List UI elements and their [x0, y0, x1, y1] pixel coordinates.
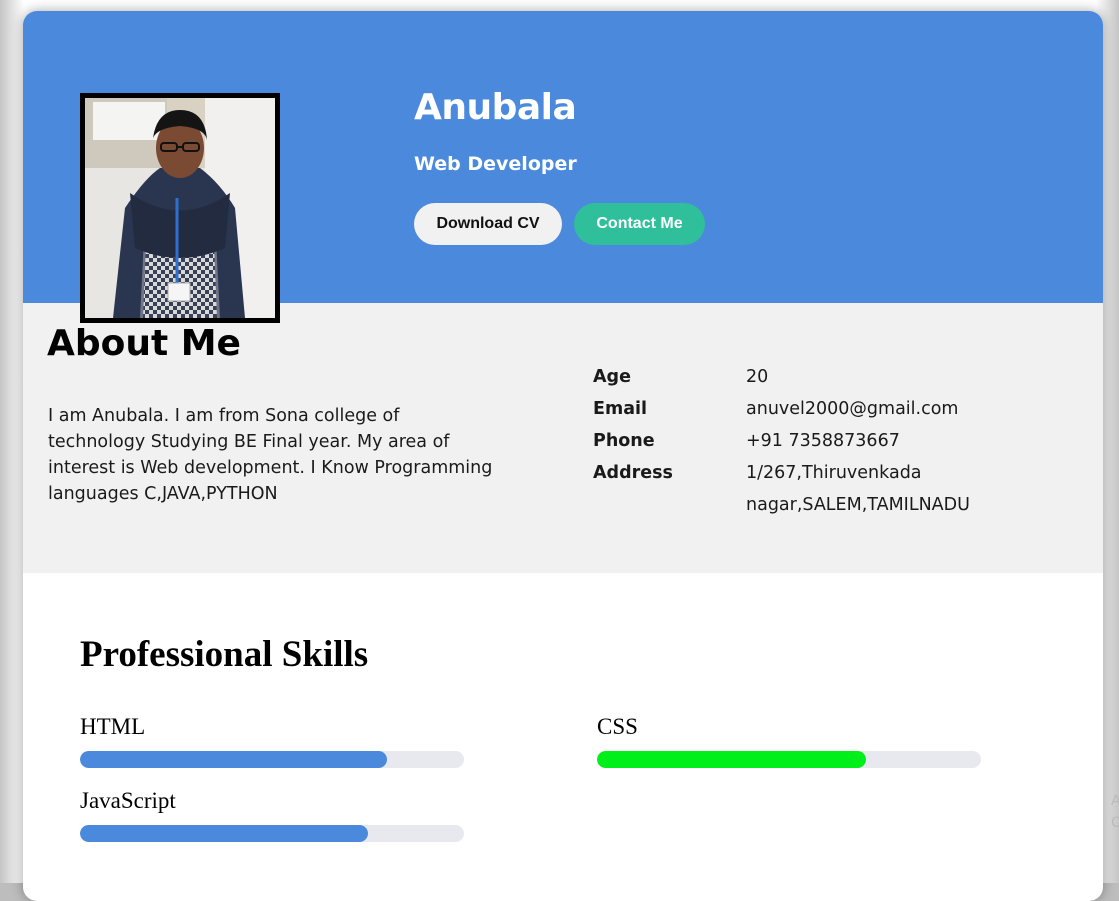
skill-progress-track: [80, 751, 464, 768]
about-section: About Me I am Anubala. I am from Sona co…: [23, 303, 1103, 573]
skill-progress-fill: [80, 825, 368, 842]
info-value: 20: [746, 367, 769, 387]
info-value: 1/267,Thiruvenkada nagar,SALEM,TAMILNADU: [746, 463, 970, 515]
info-value: +91 7358873667: [746, 431, 900, 451]
profile-photo: [80, 93, 280, 323]
skill-label: CSS: [597, 714, 638, 739]
resume-card: Anubala Web Developer Download CV Contac…: [23, 11, 1103, 901]
info-label: Email: [593, 399, 647, 419]
info-value: anuvel2000@gmail.com: [746, 399, 959, 419]
contact-me-button[interactable]: Contact Me: [574, 203, 705, 245]
info-row-address: Address 1/267,Thiruvenkada nagar,SALEM,T…: [593, 457, 1043, 521]
profile-photo-illustration: [85, 98, 275, 318]
profile-name: Anubala: [414, 87, 577, 128]
about-text: I am Anubala. I am from Sona college of …: [48, 406, 493, 504]
skill-label: JavaScript: [80, 788, 176, 813]
skill-label: HTML: [80, 714, 146, 739]
offscreen-text-fragment: AC: [1111, 793, 1119, 831]
skill-html: HTML: [80, 713, 464, 768]
info-label: Phone: [593, 431, 655, 451]
skill-css: CSS: [597, 713, 981, 768]
skill-progress-fill: [597, 751, 866, 768]
info-row-age: Age 20: [593, 361, 1043, 393]
info-row-email: Email anuvel2000@gmail.com: [593, 393, 1043, 425]
skill-progress-track: [80, 825, 464, 842]
info-label: Address: [593, 463, 673, 483]
profile-role: Web Developer: [414, 153, 577, 175]
about-title: About Me: [47, 323, 241, 364]
skills-title: Professional Skills: [80, 634, 369, 675]
skill-progress-track: [597, 751, 981, 768]
download-cv-button[interactable]: Download CV: [414, 203, 562, 245]
skill-javascript: JavaScript: [80, 787, 464, 842]
info-row-phone: Phone +91 7358873667: [593, 425, 1043, 457]
skill-progress-fill: [80, 751, 388, 768]
personal-info: Age 20 Email anuvel2000@gmail.com Phone …: [593, 361, 1043, 521]
info-label: Age: [593, 367, 631, 387]
